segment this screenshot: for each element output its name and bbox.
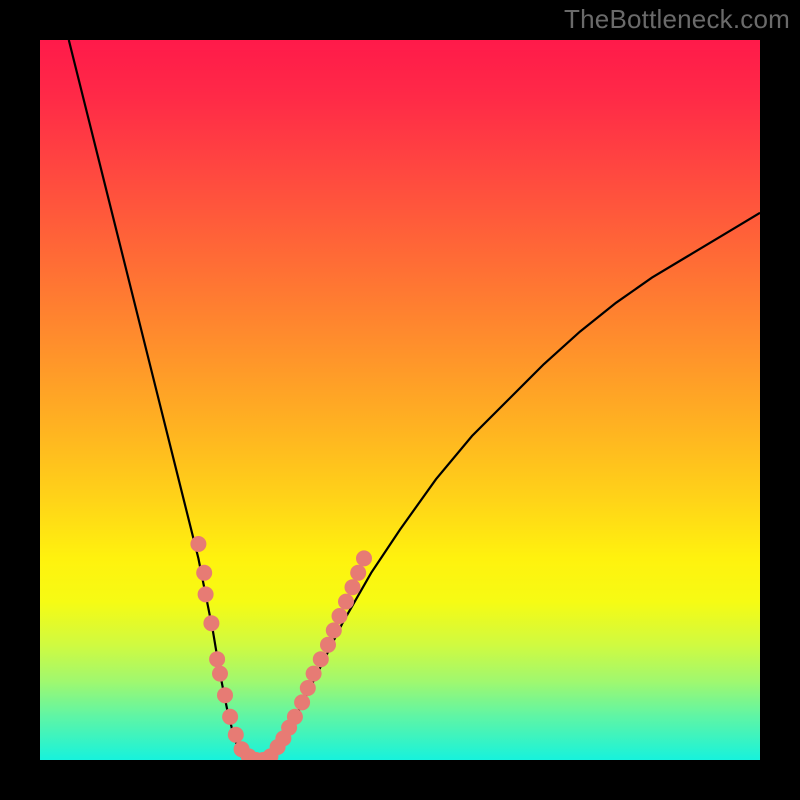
watermark-text: TheBottleneck.com [564,4,790,35]
curve-marker [287,709,303,725]
bottleneck-curve [69,40,760,760]
curve-marker [320,637,336,653]
curve-marker [306,666,322,682]
curve-layer [40,40,760,760]
curve-marker [350,565,366,581]
curve-marker [228,727,244,743]
curve-marker [326,622,342,638]
curve-marker [332,608,348,624]
curve-marker [190,536,206,552]
curve-marker [209,651,225,667]
curve-marker [217,687,233,703]
curve-marker [356,550,372,566]
chart-container: TheBottleneck.com [0,0,800,800]
curve-markers [190,536,372,760]
curve-marker [222,709,238,725]
curve-marker [338,594,354,610]
curve-marker [196,565,212,581]
curve-marker [203,615,219,631]
curve-marker [294,694,310,710]
curve-marker [212,666,228,682]
curve-marker [198,586,214,602]
curve-marker [300,680,316,696]
curve-marker [345,579,361,595]
plot-area [40,40,760,760]
curve-marker [313,651,329,667]
